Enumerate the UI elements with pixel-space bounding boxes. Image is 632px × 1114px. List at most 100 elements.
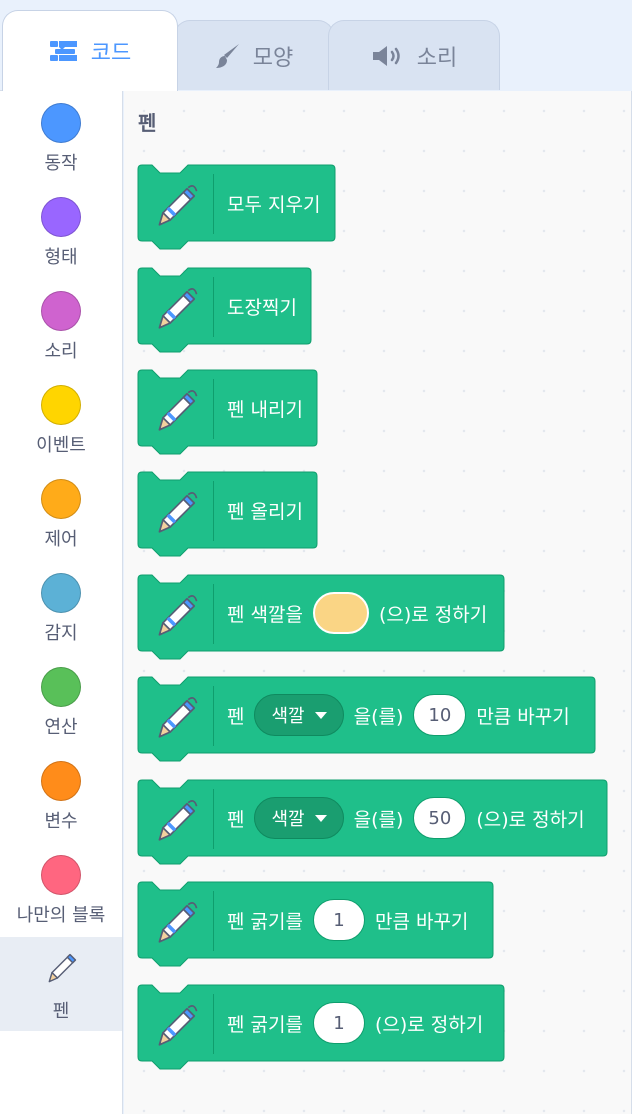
block-separator (213, 686, 214, 746)
category-label: 소리 (44, 341, 78, 362)
pen-icon (151, 287, 199, 339)
category-pen[interactable]: 펜 (0, 937, 122, 1031)
block-text: 펜 (227, 808, 245, 831)
motion-color-dot (41, 103, 81, 143)
block-content: 펜 내리기 (227, 369, 303, 447)
tab-sounds[interactable]: 소리 (328, 20, 500, 90)
brush-icon (215, 42, 241, 70)
block-separator (213, 789, 214, 849)
block-change-pen-size[interactable]: 펜 굵기를 1 만큼 바꾸기 (137, 881, 495, 969)
tab-code[interactable]: 코드 (2, 10, 178, 91)
color-picker-swatch[interactable] (312, 592, 369, 634)
dropdown-value: 색깔 (271, 706, 305, 727)
editor-tabs: 모양 소리 코드 (0, 0, 632, 91)
block-text: 펜 색깔을 (227, 603, 303, 626)
category-motion[interactable]: 동작 (0, 91, 122, 185)
block-separator (213, 584, 214, 644)
block-stamp[interactable]: 도장찍기 (137, 267, 313, 355)
category-operators[interactable]: 연산 (0, 655, 122, 749)
block-separator (213, 379, 214, 439)
category-label: 변수 (44, 811, 78, 832)
block-text: 을(를) (353, 705, 404, 728)
block-text: 펜 굵기를 (227, 1013, 303, 1036)
pen-icon (151, 901, 199, 953)
block-content: 펜 굵기를 1 만큼 바꾸기 (227, 881, 468, 959)
block-content: 펜 색깔을 (으)로 정하기 (227, 574, 487, 652)
events-color-dot (41, 385, 81, 425)
block-text: 만큼 바꾸기 (476, 705, 570, 728)
category-control[interactable]: 제어 (0, 467, 122, 561)
category-sound[interactable]: 소리 (0, 279, 122, 373)
sound-color-dot (41, 291, 81, 331)
block-text: 모두 지우기 (227, 193, 321, 216)
block-text: 펜 굵기를 (227, 910, 303, 933)
pen-icon (151, 696, 199, 748)
block-separator (213, 994, 214, 1054)
category-label: 제어 (44, 529, 78, 550)
category-variables[interactable]: 변수 (0, 749, 122, 843)
block-content: 펜 굵기를 1 (으)로 정하기 (227, 984, 483, 1062)
category-label: 감지 (44, 623, 78, 644)
category-label: 동작 (44, 153, 78, 174)
category-looks[interactable]: 형태 (0, 185, 122, 279)
block-text: 펜 내리기 (227, 398, 303, 421)
param-dropdown[interactable]: 색깔 (254, 797, 344, 839)
block-content: 펜 색깔 을(를) 10 만큼 바꾸기 (227, 676, 570, 754)
block-set-pen-color[interactable]: 펜 색깔을 (으)로 정하기 (137, 574, 507, 662)
tab-code-label: 코드 (90, 41, 132, 66)
block-text: (으)로 정하기 (378, 603, 488, 626)
control-color-dot (41, 479, 81, 519)
tab-costumes[interactable]: 모양 (174, 20, 334, 90)
tab-costumes-label: 모양 (252, 45, 294, 71)
pen-icon (151, 184, 199, 236)
block-content: 펜 색깔 을(를) 50 (으)로 정하기 (227, 779, 585, 857)
param-dropdown[interactable]: 색깔 (254, 694, 344, 736)
block-text: 만큼 바꾸기 (374, 910, 469, 933)
chevron-down-icon (314, 814, 327, 822)
number-input[interactable]: 10 (413, 694, 467, 736)
block-content: 도장찍기 (227, 267, 297, 345)
block-text: 펜 (227, 705, 245, 728)
block-set-pen-param[interactable]: 펜 색깔 을(를) 50 (으)로 정하기 (137, 779, 609, 867)
sensing-color-dot (41, 573, 81, 613)
block-change-pen-param[interactable]: 펜 색깔 을(를) 10 만큼 바꾸기 (137, 676, 597, 764)
operators-color-dot (41, 667, 81, 707)
pen-icon (151, 389, 199, 441)
scratch-editor: 모양 소리 코드 동작 형태 소리 이벤트 제어 감지 연산 변수 나만의 블록… (0, 0, 632, 1114)
block-separator (213, 891, 214, 951)
block-set-pen-size[interactable]: 펜 굵기를 1 (으)로 정하기 (137, 984, 507, 1072)
category-my-blocks[interactable]: 나만의 블록 (0, 843, 122, 937)
block-separator (213, 174, 214, 234)
block-text: (으)로 정하기 (476, 808, 585, 831)
number-input[interactable]: 50 (413, 797, 467, 839)
category-label: 연산 (44, 717, 78, 738)
pen-icon (43, 951, 79, 991)
block-content: 펜 올리기 (227, 471, 303, 549)
code-icon (49, 40, 79, 62)
block-text: 펜 올리기 (227, 500, 303, 523)
block-separator (213, 277, 214, 337)
category-events[interactable]: 이벤트 (0, 373, 122, 467)
block-clear[interactable]: 모두 지우기 (137, 164, 337, 252)
category-label: 나만의 블록 (16, 905, 106, 926)
number-input[interactable]: 1 (312, 1002, 365, 1044)
block-text: (으)로 정하기 (374, 1013, 484, 1036)
block-separator (213, 481, 214, 541)
dropdown-value: 색깔 (271, 809, 305, 830)
block-pen-down[interactable]: 펜 내리기 (137, 369, 319, 457)
my-blocks-color-dot (41, 855, 81, 895)
chevron-down-icon (314, 711, 327, 719)
category-label: 형태 (44, 247, 78, 268)
number-input[interactable]: 1 (312, 899, 365, 941)
block-palette: 펜 모두 지우기 도장찍기 펜 내리기 펜 올리기 펜 색깔을 (으)로 정하기… (124, 91, 632, 1114)
block-text: 을(를) (353, 808, 404, 831)
pen-icon (151, 491, 199, 543)
category-menu: 동작 형태 소리 이벤트 제어 감지 연산 변수 나만의 블록 펜 (0, 90, 123, 1114)
pen-icon (151, 1004, 199, 1056)
looks-color-dot (41, 197, 81, 237)
category-sensing[interactable]: 감지 (0, 561, 122, 655)
tab-sounds-label: 소리 (416, 45, 458, 71)
pen-icon (151, 594, 199, 646)
block-pen-up[interactable]: 펜 올리기 (137, 471, 319, 559)
category-label: 이벤트 (36, 435, 86, 456)
